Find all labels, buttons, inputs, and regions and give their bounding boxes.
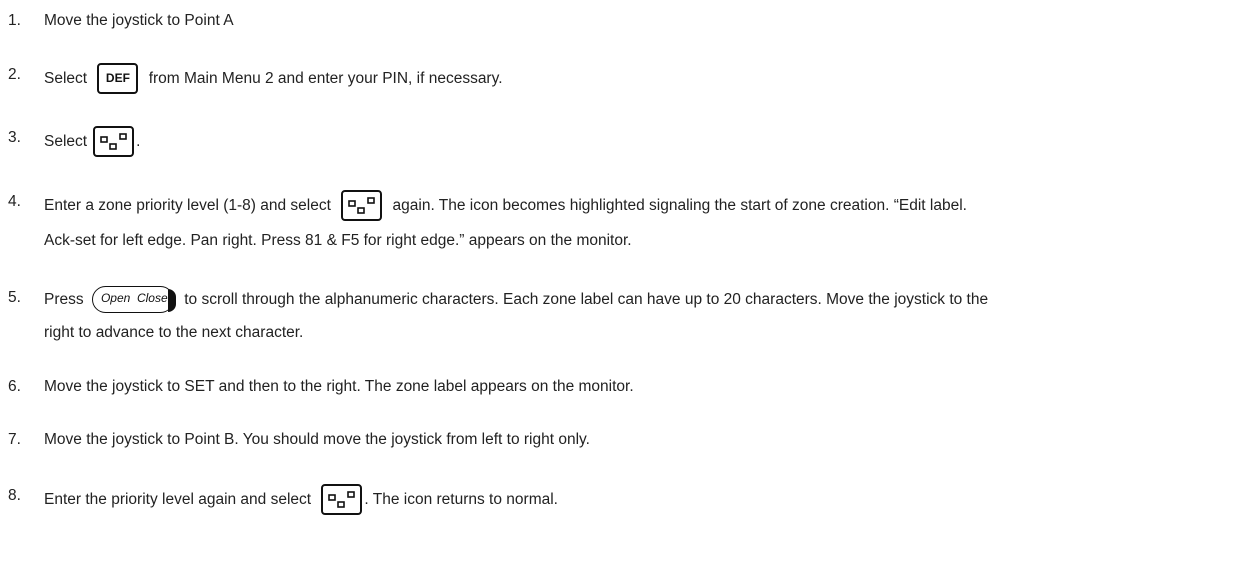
def-key-icon: DEF (97, 63, 139, 94)
zone-key-icon (341, 190, 383, 221)
step-text-pre: Enter a zone priority level (1-8) and se… (44, 196, 331, 214)
step-number: 1. (8, 12, 21, 29)
step-number: 4. (8, 193, 21, 210)
step-text: Move the joystick to SET and then to the… (44, 378, 634, 395)
step-1: 1. Move the joystick to Point A (8, 9, 1233, 33)
step-number: 5. (8, 289, 21, 306)
step-text-pre: Select (44, 69, 88, 87)
step-text: Move the joystick to Point A (44, 12, 234, 29)
step-text-post: from Main Menu 2 and enter your PIN, if … (148, 69, 503, 87)
step-number: 2. (8, 66, 21, 83)
step-text-post: . The icon returns to normal. (364, 490, 558, 508)
step-7: 7. Move the joystick to Point B. You sho… (8, 428, 1233, 452)
step-text: Move the joystick to Point B. You should… (44, 431, 590, 448)
step-text-line2: right to advance to the next character. (44, 324, 304, 341)
open-label: Open (100, 291, 131, 305)
step-text-pre: Select (44, 132, 88, 150)
zone-key-icon (321, 484, 363, 515)
step-text-post: . (136, 132, 141, 150)
close-label: Close (136, 291, 168, 305)
step-text-pre: Press (44, 290, 84, 308)
step-8: 8. Enter the priority level again and se… (8, 484, 1233, 515)
step-2: 2. Select DEF from Main Menu 2 and enter… (8, 63, 1233, 94)
step-text-pre: Enter the priority level again and selec… (44, 490, 312, 508)
open-close-key-icon: Open Close (91, 286, 176, 313)
step-number: 3. (8, 129, 21, 146)
step-number: 6. (8, 378, 21, 395)
step-number: 7. (8, 431, 21, 448)
step-5: 5. Press Open Close to scroll through th… (8, 286, 1233, 345)
step-number: 8. (8, 487, 21, 504)
step-text-line2: Ack-set for left edge. Pan right. Press … (44, 232, 632, 249)
step-6: 6. Move the joystick to SET and then to … (8, 375, 1233, 399)
step-4: 4. Enter a zone priority level (1-8) and… (8, 190, 1233, 253)
step-text-post: again. The icon becomes highlighted sign… (392, 196, 967, 214)
zone-key-icon (93, 126, 135, 157)
step-3: 3. Select. (8, 126, 1233, 157)
step-text-post: to scroll through the alphanumeric chara… (184, 290, 989, 308)
